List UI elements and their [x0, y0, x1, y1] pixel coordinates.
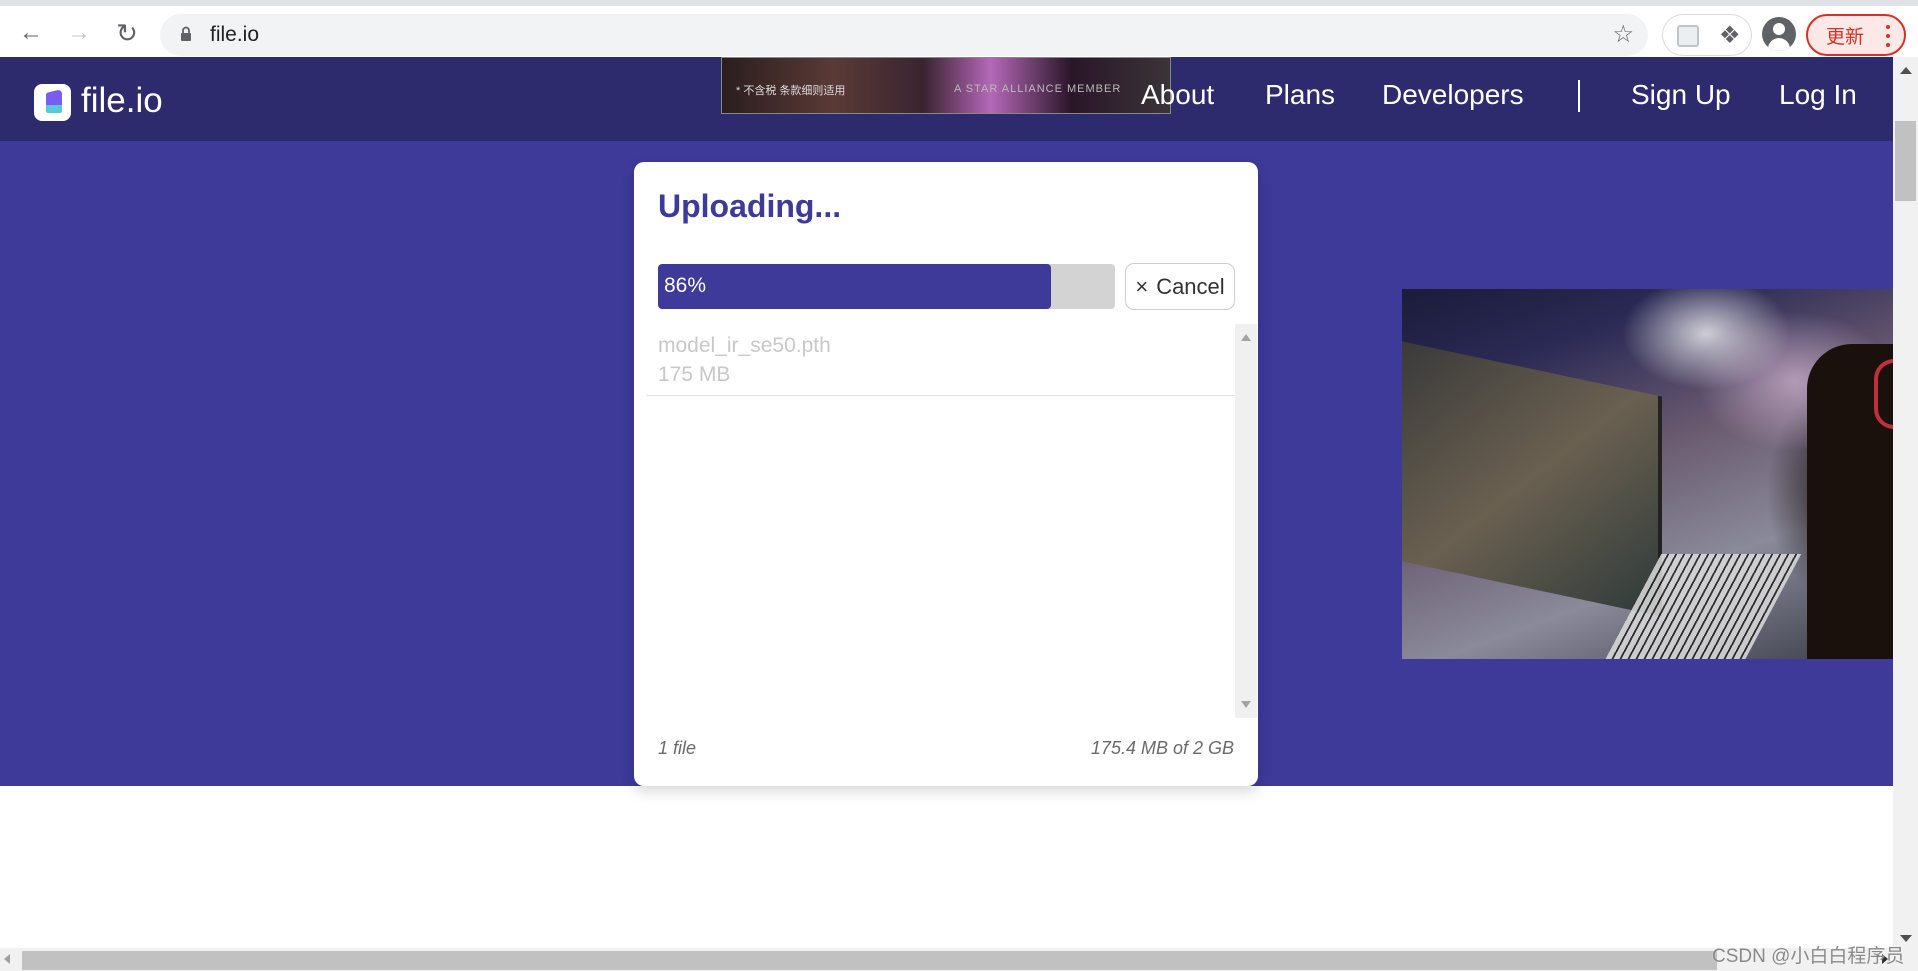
scroll-down-icon[interactable] [1241, 701, 1251, 708]
nav-sign-up[interactable]: Sign Up [1631, 79, 1731, 111]
extension-icon[interactable] [1677, 25, 1699, 47]
progress-label: 86% [664, 274, 707, 297]
scrollbar-thumb[interactable] [1895, 121, 1916, 201]
update-label: 更新 [1826, 26, 1865, 48]
lock-icon [181, 26, 191, 41]
list-item: model_ir_se50.pth 175 MB [646, 324, 1235, 396]
progress-fill [658, 264, 1052, 309]
ad-text: * 不含税 条款细则适用 [736, 85, 846, 97]
nav-developers[interactable]: Developers [1382, 79, 1524, 111]
upload-progress-bar: 86% [658, 264, 1115, 309]
scroll-up-icon[interactable] [1241, 334, 1251, 341]
kebab-icon [1886, 25, 1890, 47]
extensions-group: ❖ [1662, 14, 1752, 56]
site-header: file.io * 不含税 条款细则适用 A STAR ALLIANCE MEM… [0, 57, 1893, 141]
update-button[interactable]: 更新 [1806, 14, 1906, 56]
reload-icon[interactable]: ↻ [112, 18, 142, 48]
nav-log-in[interactable]: Log In [1779, 79, 1857, 111]
logo-text[interactable]: file.io [81, 81, 163, 121]
puzzle-icon[interactable]: ❖ [1719, 21, 1741, 50]
address-bar[interactable]: file.io ☆ [160, 14, 1648, 56]
forward-icon[interactable]: → [64, 18, 94, 48]
ad-text: A STAR ALLIANCE MEMBER [954, 83, 1122, 95]
vertical-scrollbar[interactable] [1893, 57, 1918, 950]
cancel-button[interactable]: × Cancel [1125, 263, 1235, 310]
file-size: 175 MB [658, 363, 731, 386]
cancel-label: Cancel [1156, 273, 1225, 299]
storage-quota: 175.4 MB of 2 GB [1090, 738, 1234, 758]
scroll-left-icon[interactable] [4, 954, 10, 964]
horizontal-scrollbar[interactable] [0, 948, 1918, 971]
logo-icon[interactable] [34, 84, 71, 121]
file-list: model_ir_se50.pth 175 MB [646, 324, 1257, 718]
close-icon: × [1135, 273, 1149, 299]
upload-card: Uploading... 86% × Cancel model_ir_se50.… [634, 162, 1258, 786]
nav-about[interactable]: About [1141, 79, 1214, 111]
file-name: model_ir_se50.pth [658, 334, 831, 357]
nav-divider [1578, 80, 1580, 112]
back-icon[interactable]: ← [16, 18, 46, 48]
watermark: CSDN @小白白程序员 [1712, 946, 1905, 967]
browser-toolbar: ← → ↻ file.io ☆ ❖ 更新 [0, 0, 1918, 57]
user-icon[interactable] [1762, 17, 1796, 51]
scroll-up-icon[interactable] [1900, 67, 1912, 74]
ad-banner[interactable]: * 不含税 条款细则适用 A STAR ALLIANCE MEMBER [721, 57, 1171, 114]
scrollbar-thumb[interactable] [22, 951, 1717, 970]
url-text[interactable]: file.io [210, 23, 259, 47]
file-count: 1 file [658, 738, 697, 758]
star-icon[interactable]: ☆ [1612, 20, 1634, 49]
nav-plans[interactable]: Plans [1265, 79, 1335, 111]
esports-ad-image[interactable] [1402, 289, 1893, 659]
file-list-scrollbar[interactable] [1235, 324, 1257, 718]
upload-title: Uploading... [658, 188, 842, 224]
